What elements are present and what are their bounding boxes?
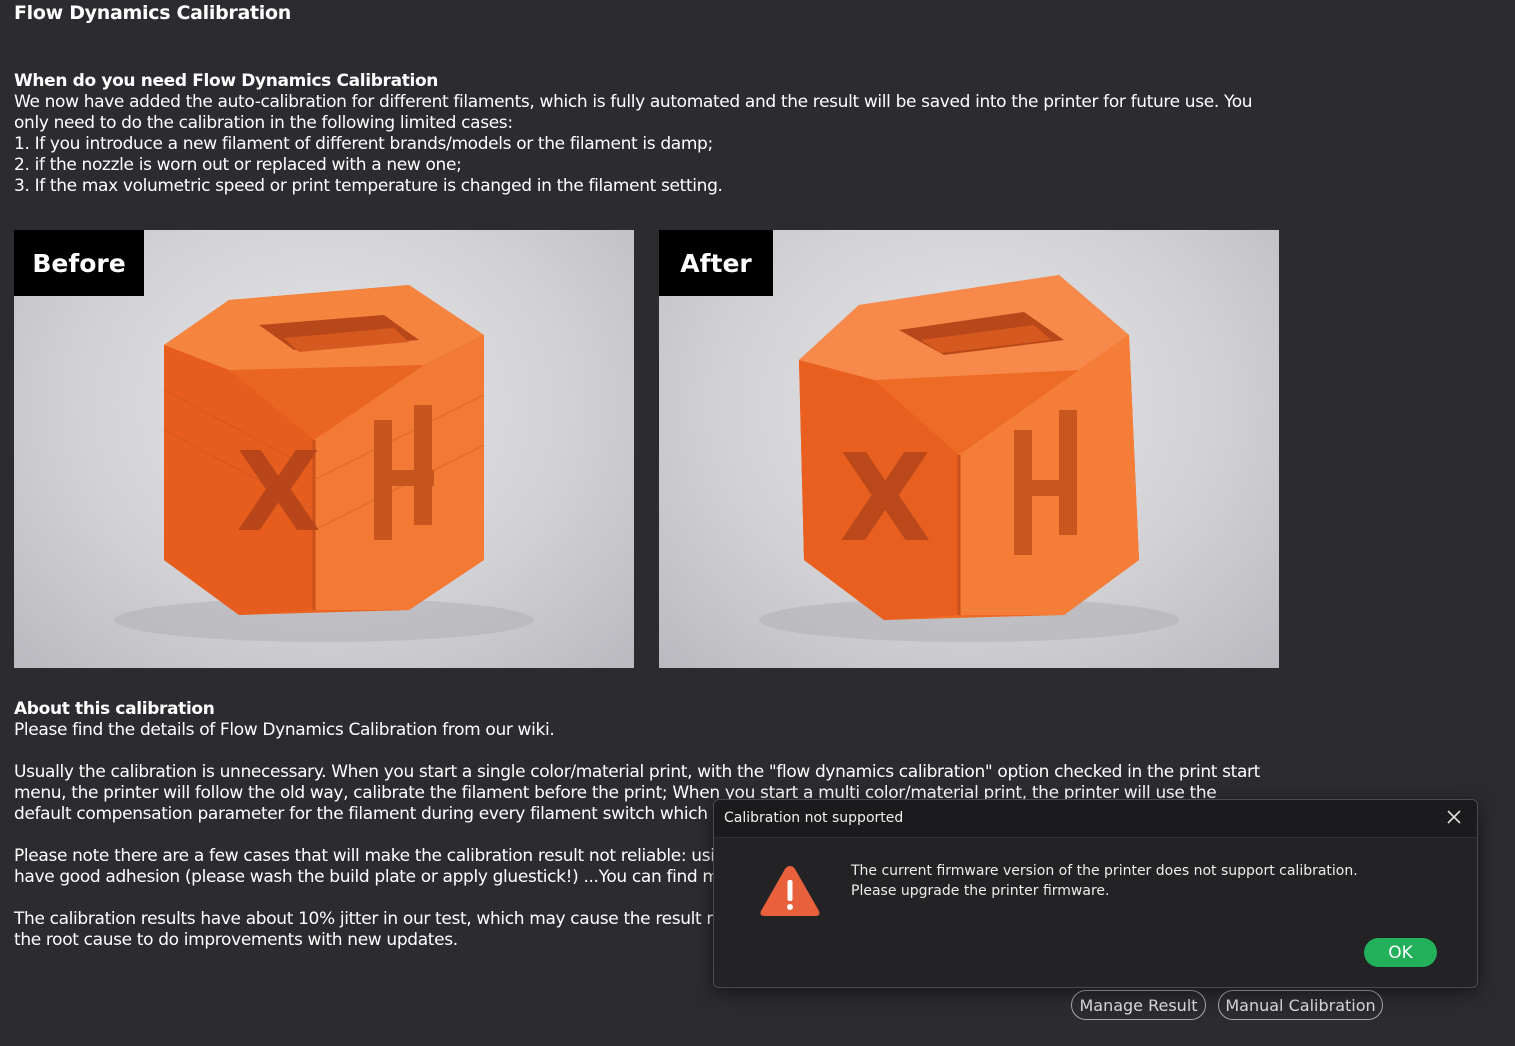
when-line-3: 1. If you introduce a new filament of di… <box>14 134 713 154</box>
after-face-x: X <box>839 430 932 569</box>
before-face-x: X <box>236 428 321 556</box>
manage-result-button[interactable]: Manage Result <box>1071 990 1206 1020</box>
dialog-message: The current firmware version of the prin… <box>851 861 1358 901</box>
dialog-message-line2: Please upgrade the printer firmware. <box>851 883 1110 899</box>
dialog-title-bar: Calibration not supported <box>714 800 1477 838</box>
before-label: Before <box>14 230 144 296</box>
calibration-not-supported-dialog: Calibration not supported The current fi… <box>713 799 1478 988</box>
warning-triangle-icon <box>760 866 820 916</box>
when-line-4: 2. if the nozzle is worn out or replaced… <box>14 155 462 175</box>
when-section: When do you need Flow Dynamics Calibrati… <box>14 71 1274 197</box>
calibration-page: Flow Dynamics Calibration When do you ne… <box>0 0 1515 1046</box>
ok-button[interactable]: OK <box>1364 938 1437 967</box>
when-line-2: only need to do the calibration in the f… <box>14 113 513 133</box>
dialog-title: Calibration not supported <box>724 810 904 826</box>
about-para2-line1: Usually the calibration is unnecessary. … <box>14 762 1260 782</box>
before-image: X Before <box>14 230 634 668</box>
close-icon[interactable] <box>1445 808 1463 826</box>
after-image: X After <box>659 230 1279 668</box>
manual-calibration-button[interactable]: Manual Calibration <box>1218 990 1383 1020</box>
page-title: Flow Dynamics Calibration <box>14 2 291 24</box>
when-line-5: 3. If the max volumetric speed or print … <box>14 176 723 196</box>
about-heading: About this calibration <box>14 699 215 719</box>
about-wiki-line: Please find the details of Flow Dynamics… <box>14 720 555 740</box>
after-label: After <box>659 230 773 296</box>
when-line-1: We now have added the auto-calibration f… <box>14 92 1253 112</box>
dialog-message-line1: The current firmware version of the prin… <box>851 863 1358 879</box>
when-heading: When do you need Flow Dynamics Calibrati… <box>14 71 439 91</box>
